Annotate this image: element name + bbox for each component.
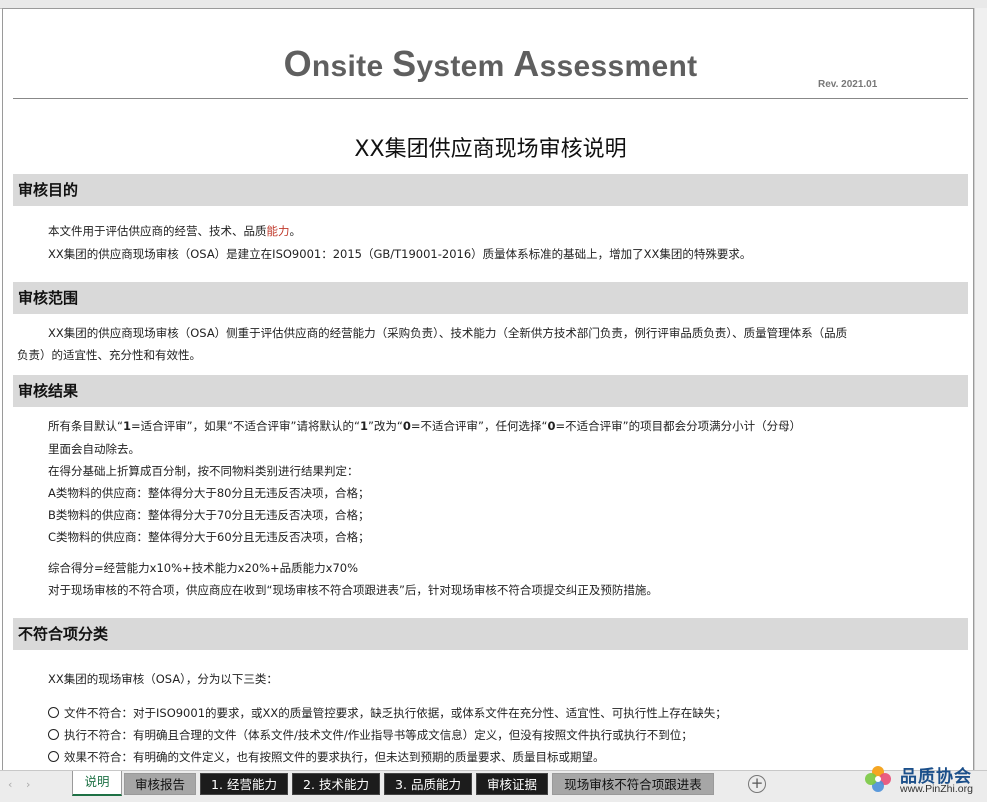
tab-audit-evidence[interactable]: 审核证据	[476, 773, 548, 795]
result-line-3: 在得分基础上折算成百分制，按不同物料类别进行结果判定：	[48, 464, 359, 478]
tab-business-capability[interactable]: 1. 经营能力	[200, 773, 288, 795]
tab-scroll-right-icon[interactable]: ›	[26, 778, 30, 791]
nonconformity-intro: XX集团的现场审核（OSA），分为以下三类：	[48, 672, 278, 686]
result-line-5: B类物料的供应商：整体得分大于70分且无违反否决项，合格；	[48, 508, 370, 522]
result-line-8: 对于现场审核的不符合项，供应商应在收到“现场审核不符合项跟进表”后，针对现场审核…	[48, 583, 658, 597]
tab-nonconformity-tracker[interactable]: 现场审核不符合项跟进表	[552, 773, 714, 795]
tab-technical-capability[interactable]: 2. 技术能力	[292, 773, 380, 795]
result-line-7: 综合得分=经营能力x10%+技术能力x20%+品质能力x70%	[48, 561, 359, 575]
section-heading-scope: 审核范围	[13, 282, 968, 314]
scope-line-2: 负责）的适宜性、充分性和有效性。	[17, 348, 201, 362]
tab-scroll-left-icon[interactable]: ‹	[8, 778, 12, 791]
flower-logo-icon	[865, 766, 891, 792]
section-heading-nonconformity: 不符合项分类	[13, 618, 968, 650]
title-divider	[13, 98, 968, 99]
circle-bullet-icon	[48, 751, 59, 762]
result-line-2: 里面会自动除去。	[48, 442, 140, 456]
circle-bullet-icon	[48, 707, 59, 718]
sheet-tab-bar: ‹ › 说明 审核报告 1. 经营能力 2. 技术能力 3. 品质能力 审核证据…	[0, 770, 987, 802]
result-line-6: C类物料的供应商：整体得分大于60分且无违反否决项，合格；	[48, 530, 370, 544]
result-line-4: A类物料的供应商：整体得分大于80分且无违反否决项，合格；	[48, 486, 370, 500]
purpose-line-1: 本文件用于评估供应商的经营、技术、品质能力。	[48, 224, 301, 238]
pinzhi-logo: 品质协会 www.PinZhi.org	[860, 759, 985, 799]
result-line-1: 所有条目默认“1=适合评审”，如果“不适合评审”请将默认的“1”改为“0=不适合…	[48, 419, 802, 433]
nonconformity-item: 效果不符合：有明确的文件定义，也有按照文件的要求执行，但未达到预期的质量要求、质…	[48, 749, 605, 765]
revision-label: Rev. 2021.01	[818, 79, 878, 90]
nonconformity-item: 执行不符合：有明确且合理的文件（体系文件/技术文件/作业指导书等成文信息）定义，…	[48, 727, 693, 743]
section-heading-result: 审核结果	[13, 375, 968, 407]
section-heading-purpose: 审核目的	[13, 174, 968, 206]
document-title: XX集团供应商现场审核说明	[354, 137, 627, 162]
nonconformity-item: 文件不符合：对于ISO9001的要求，或XX的质量管控要求，缺乏执行依据，或体系…	[48, 705, 727, 721]
add-sheet-icon[interactable]: +	[748, 775, 766, 793]
tab-audit-report[interactable]: 审核报告	[124, 773, 196, 795]
worksheet-area[interactable]: Onsite System Assessment Rev. 2021.01 XX…	[2, 8, 974, 772]
tab-quality-capability[interactable]: 3. 品质能力	[384, 773, 472, 795]
logo-url: www.PinZhi.org	[900, 783, 973, 795]
purpose-line-2: XX集团的供应商现场审核（OSA）是建立在ISO9001：2015（GB/T19…	[48, 247, 752, 261]
tab-explanation[interactable]: 说明	[72, 771, 122, 796]
scope-line-1: XX集团的供应商现场审核（OSA）侧重于评估供应商的经营能力（采购负责）、技术能…	[48, 326, 848, 340]
circle-bullet-icon	[48, 729, 59, 740]
vertical-scrollbar[interactable]	[974, 8, 987, 770]
